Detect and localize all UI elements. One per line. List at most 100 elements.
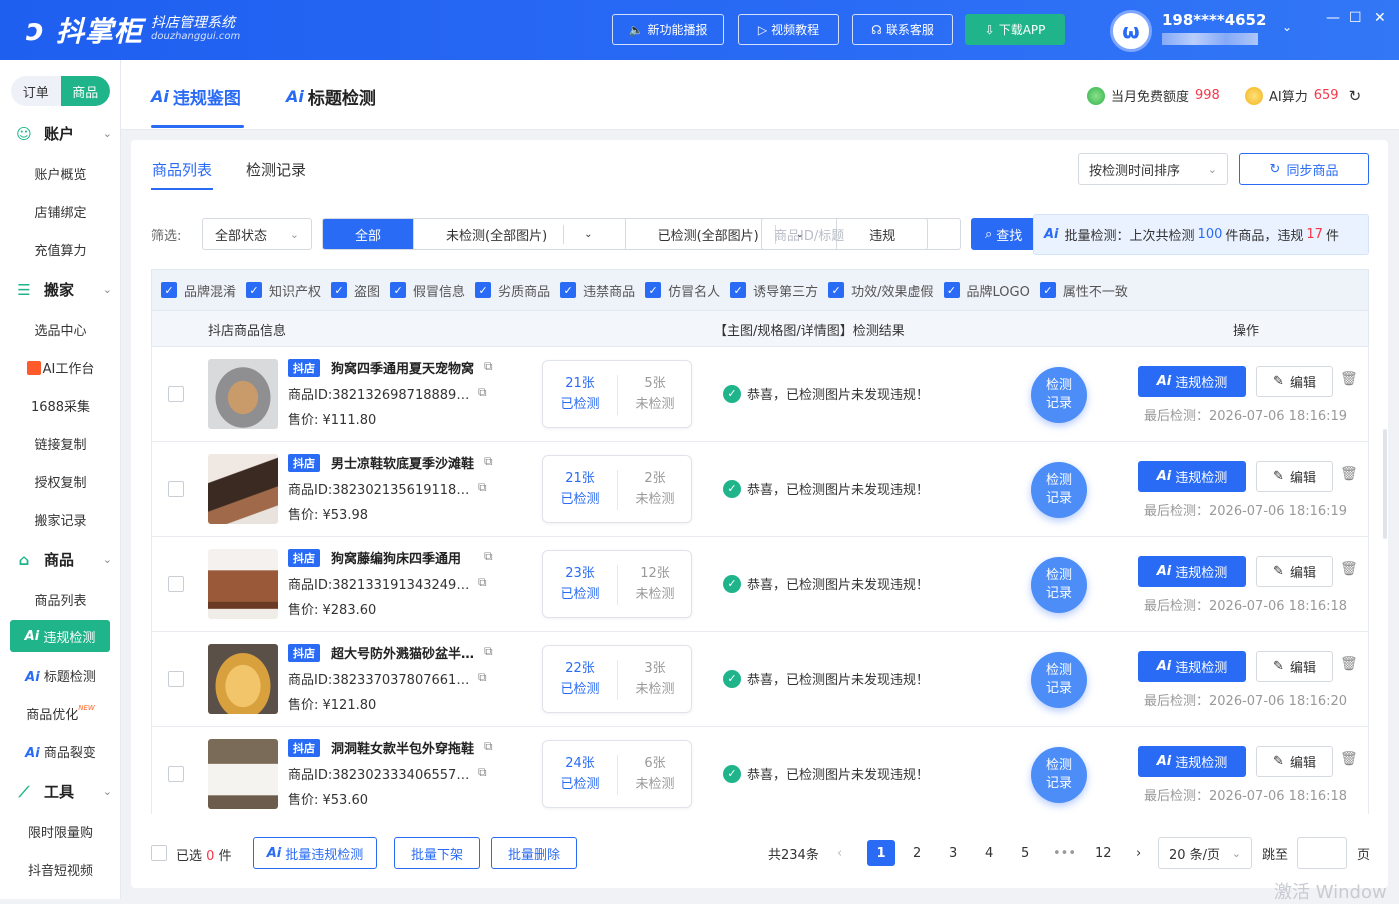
- filter-all[interactable]: 全部: [323, 219, 415, 249]
- copy-icon[interactable]: ⧉: [478, 765, 487, 780]
- violation-detect-button[interactable]: Ai 违规检测: [1138, 556, 1246, 587]
- search-input[interactable]: 商品ID/标题: [761, 218, 961, 250]
- product-title[interactable]: 狗窝藤编狗床四季通用: [331, 548, 479, 567]
- toggle-goods[interactable]: 商品: [60, 76, 110, 106]
- trash-icon[interactable]: 🗑: [1340, 751, 1358, 767]
- sidebar-group-account[interactable]: ☺ 账户 ⌄: [14, 123, 112, 144]
- page-4[interactable]: 4: [985, 840, 993, 866]
- chevron-down-icon[interactable]: ⌄: [1282, 20, 1292, 34]
- copy-icon[interactable]: ⧉: [478, 385, 487, 400]
- select-all-checkbox[interactable]: [151, 845, 167, 861]
- tab-title-detect[interactable]: Ai 标题检测: [286, 84, 376, 109]
- copy-icon[interactable]: ⧉: [478, 480, 487, 495]
- sort-select[interactable]: 按检测时间排序 ⌄: [1078, 153, 1228, 185]
- page-3[interactable]: 3: [949, 840, 957, 866]
- copy-icon[interactable]: ⧉: [484, 454, 493, 469]
- trash-icon[interactable]: 🗑: [1340, 561, 1358, 577]
- sidebar-group-goods[interactable]: ⌂ 商品 ⌄: [14, 549, 112, 570]
- page-12[interactable]: 12: [1095, 840, 1112, 866]
- video-tutorial-button[interactable]: ▷ 视频教程: [738, 14, 839, 45]
- check-brand-logo[interactable]: ✓ 品牌LOGO: [943, 281, 1030, 300]
- check-false-effect[interactable]: ✓ 功效/效果虚假: [828, 281, 934, 300]
- sidebar-item-ai-workbench[interactable]: AI工作台: [0, 358, 121, 377]
- copy-icon[interactable]: ⧉: [478, 575, 487, 590]
- batch-delete-button[interactable]: 批量删除: [491, 837, 577, 869]
- refresh-icon[interactable]: ↻: [1349, 87, 1362, 105]
- copy-icon[interactable]: ⧉: [484, 549, 493, 564]
- page-1[interactable]: 1: [867, 840, 895, 866]
- page-5[interactable]: 5: [1021, 840, 1029, 866]
- product-title[interactable]: 男士凉鞋软底夏季沙滩鞋: [331, 453, 479, 472]
- copy-icon[interactable]: ⧉: [484, 644, 493, 659]
- sidebar-item-account-overview[interactable]: 账户概览: [0, 164, 121, 183]
- sidebar-group-tools[interactable]: ⟋ 工具 ⌄: [14, 781, 112, 802]
- row-checkbox[interactable]: [168, 576, 184, 592]
- page-ellipsis[interactable]: •••: [1053, 840, 1076, 866]
- product-image[interactable]: [208, 644, 278, 714]
- detect-records-button[interactable]: 检测记录: [1031, 367, 1087, 423]
- trash-icon[interactable]: 🗑: [1340, 466, 1358, 482]
- trash-icon[interactable]: 🗑: [1340, 656, 1358, 672]
- copy-icon[interactable]: ⧉: [484, 739, 493, 754]
- sidebar-item-short-video[interactable]: 抖音短视频: [0, 860, 121, 879]
- trash-icon[interactable]: 🗑: [1340, 371, 1358, 387]
- edit-button[interactable]: ✎ 编辑: [1256, 651, 1333, 682]
- sidebar-item-1688[interactable]: 1688采集: [0, 396, 121, 415]
- minimize-icon[interactable]: —: [1326, 10, 1340, 26]
- violation-detect-button[interactable]: Ai 违规检测: [1138, 746, 1246, 777]
- avatar[interactable]: ω: [1110, 10, 1152, 52]
- check-prohibited[interactable]: ✓ 违禁商品: [560, 281, 635, 300]
- row-checkbox[interactable]: [168, 766, 184, 782]
- product-title[interactable]: 狗窝四季通用夏天宠物窝: [331, 358, 479, 377]
- edit-button[interactable]: ✎ 编辑: [1256, 461, 1333, 492]
- table-scrollbar[interactable]: [1383, 429, 1387, 539]
- detect-records-button[interactable]: 检测记录: [1031, 652, 1087, 708]
- edit-button[interactable]: ✎ 编辑: [1256, 746, 1333, 777]
- sidebar-item-shop-binding[interactable]: 店铺绑定: [0, 202, 121, 221]
- jump-page-input[interactable]: [1297, 837, 1347, 869]
- violation-detect-button[interactable]: Ai 违规检测: [1138, 461, 1246, 492]
- product-title[interactable]: 洞洞鞋女款半包外穿拖鞋: [331, 738, 479, 757]
- check-third-party[interactable]: ✓ 诱导第三方: [730, 281, 818, 300]
- check-ip[interactable]: ✓ 知识产权: [246, 281, 321, 300]
- sidebar-group-move[interactable]: ☰ 搬家 ⌄: [14, 279, 112, 300]
- check-fake-info[interactable]: ✓ 假冒信息: [390, 281, 465, 300]
- close-icon[interactable]: ✕: [1374, 10, 1386, 26]
- filter-undetected[interactable]: 未检测(全部图片) ⌄: [414, 219, 626, 249]
- sidebar-item-product-center[interactable]: 选品中心: [0, 320, 121, 339]
- row-checkbox[interactable]: [168, 671, 184, 687]
- detect-records-button[interactable]: 检测记录: [1031, 747, 1087, 803]
- sidebar-item-auth-copy[interactable]: 授权复制: [0, 472, 121, 491]
- batch-offshelf-button[interactable]: 批量下架: [394, 837, 480, 869]
- edit-button[interactable]: ✎ 编辑: [1256, 556, 1333, 587]
- page-2[interactable]: 2: [913, 840, 921, 866]
- sidebar-item-goods-optimize[interactable]: 商品优化NEW: [0, 704, 121, 723]
- status-select[interactable]: 全部状态 ⌄: [202, 218, 312, 250]
- product-image[interactable]: [208, 549, 278, 619]
- detect-records-button[interactable]: 检测记录: [1031, 557, 1087, 613]
- contact-support-button[interactable]: ☊ 联系客服: [852, 14, 953, 45]
- batch-violation-button[interactable]: Ai 批量违规检测: [253, 837, 377, 869]
- check-brand-confusion[interactable]: ✓ 品牌混淆: [161, 281, 236, 300]
- subtab-detect-records[interactable]: 检测记录: [246, 159, 306, 180]
- product-image[interactable]: [208, 454, 278, 524]
- sidebar-item-goods-fission[interactable]: Ai 商品裂变: [0, 742, 121, 761]
- toggle-orders[interactable]: 订单: [11, 76, 61, 106]
- tab-violation-image[interactable]: Ai 违规鉴图: [151, 84, 241, 109]
- product-image[interactable]: [208, 359, 278, 429]
- sidebar-item-move-records[interactable]: 搬家记录: [0, 510, 121, 529]
- new-feature-button[interactable]: 🔈 新功能播报: [612, 14, 724, 45]
- copy-icon[interactable]: ⧉: [478, 670, 487, 685]
- edit-button[interactable]: ✎ 编辑: [1256, 366, 1333, 397]
- find-button[interactable]: ⌕ 查找: [971, 218, 1037, 250]
- copy-icon[interactable]: ⧉: [484, 359, 493, 374]
- sync-goods-button[interactable]: ↻ 同步商品: [1239, 153, 1369, 185]
- maximize-icon[interactable]: ☐: [1349, 10, 1362, 26]
- download-app-button[interactable]: ⇩ 下载APP: [965, 14, 1065, 45]
- sidebar-item-violation-detect[interactable]: Ai 违规检测: [10, 620, 110, 652]
- row-checkbox[interactable]: [168, 481, 184, 497]
- next-page-icon[interactable]: ›: [1136, 840, 1141, 866]
- prev-page-icon[interactable]: ‹: [837, 840, 842, 866]
- sidebar-item-recharge[interactable]: 充值算力: [0, 240, 121, 259]
- detect-records-button[interactable]: 检测记录: [1031, 462, 1087, 518]
